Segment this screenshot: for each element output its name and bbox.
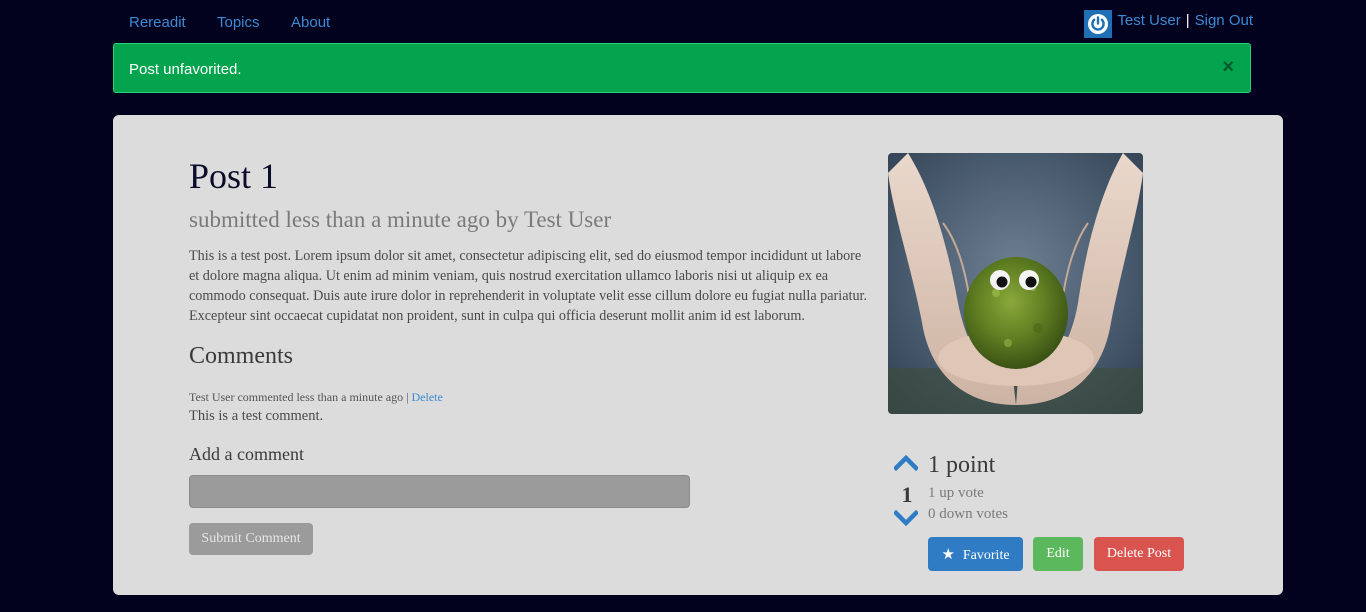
downvote-chevron-icon[interactable]: [894, 510, 918, 526]
avatar[interactable]: [1084, 10, 1113, 38]
points-total: 1 point: [928, 452, 996, 478]
comment-text: This is a test comment.: [189, 408, 324, 424]
comment-meta: Test User commented less than a minute a…: [189, 390, 443, 405]
comment-author-time: Test User commented less than a minute a…: [189, 390, 409, 404]
alert-success: Post unfavorited. ×: [113, 43, 1251, 93]
favorite-button[interactable]: ★ Favorite: [928, 537, 1023, 571]
star-icon: ★: [941, 546, 955, 563]
sign-out-link[interactable]: Sign Out: [1195, 12, 1253, 29]
nav-topics-link[interactable]: Topics: [217, 14, 260, 31]
alert-message: Post unfavorited.: [129, 61, 242, 78]
add-comment-label: Add a comment: [189, 444, 304, 464]
post-title: Post 1: [189, 156, 279, 196]
moss-ball-image: [888, 153, 1143, 414]
user-separator: |: [1185, 12, 1190, 29]
upvote-chevron-icon[interactable]: [894, 455, 918, 471]
nav-about-link[interactable]: About: [291, 14, 330, 31]
down-votes-count: 0 down votes: [928, 506, 1008, 522]
favorite-label: Favorite: [962, 547, 1010, 563]
edit-button[interactable]: Edit: [1033, 537, 1083, 571]
power-icon: [1088, 14, 1109, 34]
user-name-link[interactable]: Test User: [1117, 12, 1180, 29]
alert-close-icon[interactable]: ×: [1222, 57, 1234, 77]
user-area: Test User | Sign Out: [1084, 10, 1253, 38]
post-subtitle: submitted less than a minute ago by Test…: [189, 207, 612, 232]
post-image: [888, 153, 1143, 414]
comment-input[interactable]: [189, 475, 690, 508]
vote-count: 1: [901, 482, 913, 507]
comments-title: Comments: [189, 343, 294, 369]
comment-delete-link[interactable]: Delete: [412, 390, 443, 404]
delete-post-button[interactable]: Delete Post: [1094, 537, 1184, 571]
submit-comment-button[interactable]: Submit Comment: [189, 523, 313, 555]
post-card: Post 1 submitted less than a minute ago …: [113, 115, 1283, 595]
nav-brand-link[interactable]: Rereadit: [129, 14, 186, 31]
up-votes-count: 1 up vote: [928, 485, 984, 501]
post-body: This is a test post. Lorem ipsum dolor s…: [189, 248, 868, 324]
